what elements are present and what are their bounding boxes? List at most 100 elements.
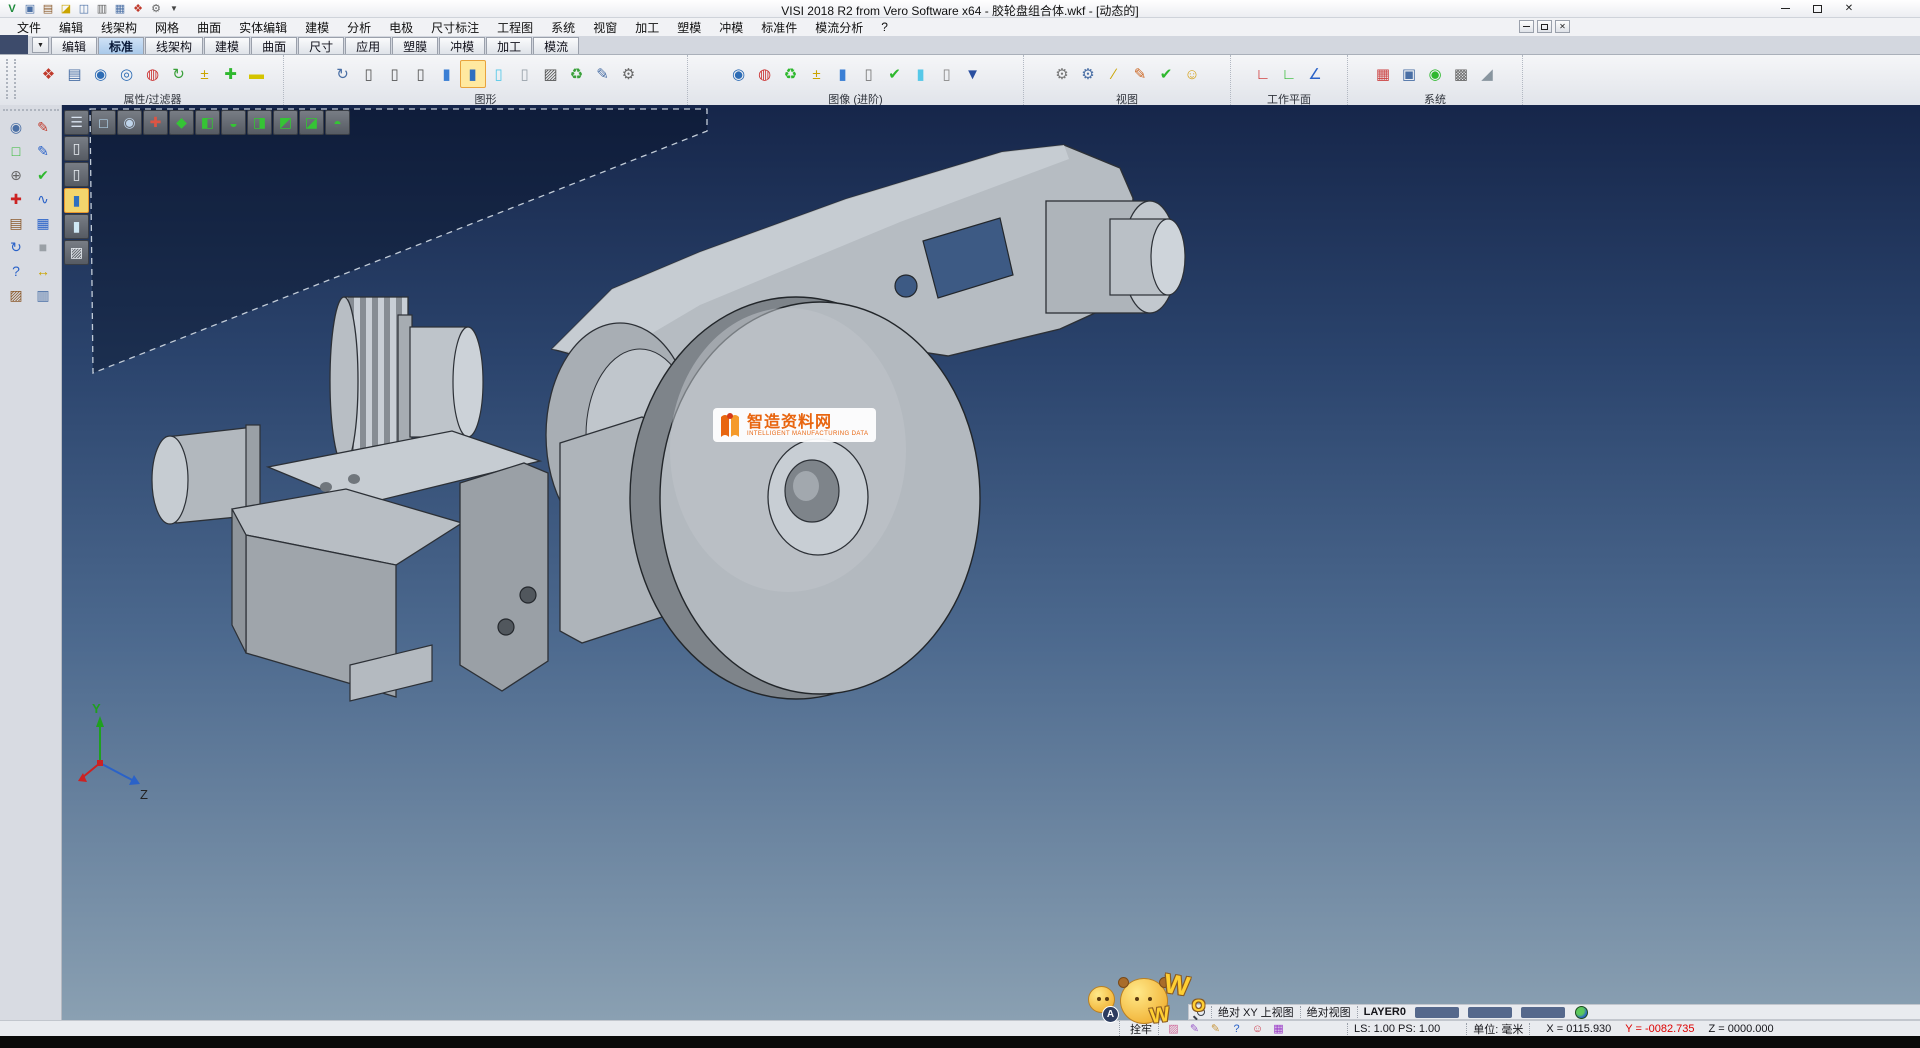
- menu-item[interactable]: 模流分析: [806, 18, 872, 37]
- sys-monitor-icon[interactable]: ▣: [1396, 60, 1422, 88]
- units-readout[interactable]: 单位: 毫米: [1473, 1021, 1523, 1037]
- wireframe-dashed-icon[interactable]: ▯: [408, 60, 434, 88]
- box-select-icon[interactable]: □: [3, 139, 29, 163]
- lock-toggle[interactable]: 拴牢: [1130, 1021, 1152, 1037]
- adv-refresh-icon[interactable]: ♻: [778, 60, 804, 88]
- axes-overlay-icon[interactable]: ✚: [143, 110, 168, 135]
- remove-visible-icon[interactable]: ▬: [244, 60, 270, 88]
- view-tools-icon[interactable]: ⚙: [1049, 60, 1075, 88]
- attr-palette-icon[interactable]: ❖: [36, 60, 62, 88]
- menu-item[interactable]: 实体编辑: [230, 18, 296, 37]
- 3d-viewport[interactable]: Y Z ☰▯▯▮▮▨ □◉✚◆◧◒◨◩◪◓ 智造资料网 INTELLIGENT …: [0, 105, 1920, 1020]
- strip-transparent-icon[interactable]: ▮: [64, 214, 89, 239]
- menu-item[interactable]: 标准件: [752, 18, 806, 37]
- gift-box-icon[interactable]: ▦: [1270, 1022, 1287, 1036]
- strip-hidden-line-icon[interactable]: ▯: [64, 162, 89, 187]
- delete-shade-icon[interactable]: ♻: [564, 60, 590, 88]
- workflow-tab[interactable]: 建模: [204, 37, 250, 54]
- menu-item[interactable]: 网格: [146, 18, 188, 37]
- image-capture-icon[interactable]: ▨: [1165, 1022, 1182, 1036]
- strip-shaded-icon[interactable]: ▮: [64, 188, 89, 213]
- workflow-tab[interactable]: 模流: [533, 37, 579, 54]
- sys-plane-icon[interactable]: ◢: [1474, 60, 1500, 88]
- adv-clip-icon[interactable]: ▯: [934, 60, 960, 88]
- attr-preview-icon[interactable]: ▤: [62, 60, 88, 88]
- zoom-dynamic-icon[interactable]: ◉: [117, 110, 142, 135]
- zoom-window-icon[interactable]: □: [91, 110, 116, 135]
- help-icon[interactable]: ?: [1228, 1022, 1245, 1036]
- hatch-shade-icon[interactable]: ▨: [538, 60, 564, 88]
- layers-alt-icon[interactable]: ▨: [3, 283, 29, 307]
- shade-refresh-icon[interactable]: ↻: [330, 60, 356, 88]
- minimize-button[interactable]: [1769, 0, 1801, 17]
- wireframe-icon[interactable]: ▯: [356, 60, 382, 88]
- workflow-tab[interactable]: 应用: [345, 37, 391, 54]
- window-view-icon[interactable]: ▦: [30, 211, 56, 235]
- layer-color-swatch-3[interactable]: [1521, 1007, 1565, 1018]
- brush-tools-icon[interactable]: ✎: [1207, 1022, 1224, 1036]
- view-front-icon[interactable]: ◧: [195, 110, 220, 135]
- view-smiley-icon[interactable]: ☺: [1179, 60, 1205, 88]
- hide-entity-icon[interactable]: ◎: [114, 60, 140, 88]
- shade-settings-icon[interactable]: ⚙: [616, 60, 642, 88]
- edit-shade-icon[interactable]: ✎: [590, 60, 616, 88]
- workflow-tab[interactable]: 加工: [486, 37, 532, 54]
- view-iso-icon[interactable]: ◆: [169, 110, 194, 135]
- workplane-dynamic-icon[interactable]: ∟: [1276, 60, 1302, 88]
- layer-color-swatch-2[interactable]: [1468, 1007, 1512, 1018]
- view-check-icon[interactable]: ✔: [1153, 60, 1179, 88]
- adv-check-icon[interactable]: ✔: [882, 60, 908, 88]
- confirm-box-icon[interactable]: ✔: [30, 163, 56, 187]
- strip-hatch-icon[interactable]: ▨: [64, 240, 89, 265]
- doc-restore-button[interactable]: [1537, 20, 1552, 33]
- workflow-tab[interactable]: 标准: [98, 37, 144, 54]
- user-icon[interactable]: ☺: [1249, 1022, 1266, 1036]
- sys-globe-icon[interactable]: ◉: [1422, 60, 1448, 88]
- query-icon[interactable]: ?: [3, 259, 29, 283]
- view-top-icon[interactable]: ◒: [221, 110, 246, 135]
- sys-grid-icon[interactable]: ▩: [1448, 60, 1474, 88]
- menu-item[interactable]: 加工: [626, 18, 668, 37]
- menu-item[interactable]: ?: [872, 19, 897, 35]
- view-render-icon[interactable]: ⚙: [1075, 60, 1101, 88]
- view-right-icon[interactable]: ◨: [247, 110, 272, 135]
- doc-minimize-button[interactable]: [1519, 20, 1534, 33]
- view-mode-label[interactable]: 绝对视图: [1307, 1004, 1351, 1020]
- maximize-button[interactable]: [1801, 0, 1833, 17]
- shaded-edges-icon[interactable]: ▮: [460, 60, 486, 88]
- menu-item[interactable]: 电极: [380, 18, 422, 37]
- workflow-tab[interactable]: 线架构: [145, 37, 203, 54]
- menu-item[interactable]: 尺寸标注: [422, 18, 488, 37]
- menu-item[interactable]: 塑模: [668, 18, 710, 37]
- strip-menu-icon[interactable]: ☰: [64, 110, 89, 135]
- toolbar-grip[interactable]: [6, 59, 11, 99]
- find-preview-icon[interactable]: ◉: [3, 115, 29, 139]
- globe-icon[interactable]: [1575, 1006, 1588, 1019]
- workflow-tab[interactable]: 塑膜: [392, 37, 438, 54]
- menu-item[interactable]: 冲模: [710, 18, 752, 37]
- delete-entity-icon[interactable]: ✎: [30, 115, 56, 139]
- workplane-xy-icon[interactable]: ∟: [1250, 60, 1276, 88]
- menu-item[interactable]: 文件: [8, 18, 50, 37]
- menu-item[interactable]: 系统: [542, 18, 584, 37]
- menu-item[interactable]: 建模: [296, 18, 338, 37]
- wand-icon[interactable]: ✎: [1186, 1022, 1203, 1036]
- spline-edit-icon[interactable]: ∿: [30, 187, 56, 211]
- layer-color-swatch-1[interactable]: [1415, 1007, 1459, 1018]
- sys-colors-icon[interactable]: ▦: [1370, 60, 1396, 88]
- traffic-light-icon[interactable]: ◍: [140, 60, 166, 88]
- view-left-icon[interactable]: ◩: [273, 110, 298, 135]
- wireframe-hidden-icon[interactable]: ▯: [382, 60, 408, 88]
- curve-edit-icon[interactable]: ✎: [30, 139, 56, 163]
- tab-dropdown-button[interactable]: ▼: [32, 37, 49, 53]
- move-triad-icon[interactable]: ✚: [3, 187, 29, 211]
- view-sketch-icon[interactable]: ✎: [1127, 60, 1153, 88]
- transparent-shade-icon[interactable]: ▯: [486, 60, 512, 88]
- workflow-tab[interactable]: 尺寸: [298, 37, 344, 54]
- refresh-model-icon[interactable]: ↻: [3, 235, 29, 259]
- strip-wireframe-icon[interactable]: ▯: [64, 136, 89, 161]
- adv-cone-icon[interactable]: ▼: [960, 60, 986, 88]
- adv-solid-icon[interactable]: ▮: [830, 60, 856, 88]
- search-icon[interactable]: [1197, 1008, 1205, 1016]
- solid-cube-icon[interactable]: ■: [30, 235, 56, 259]
